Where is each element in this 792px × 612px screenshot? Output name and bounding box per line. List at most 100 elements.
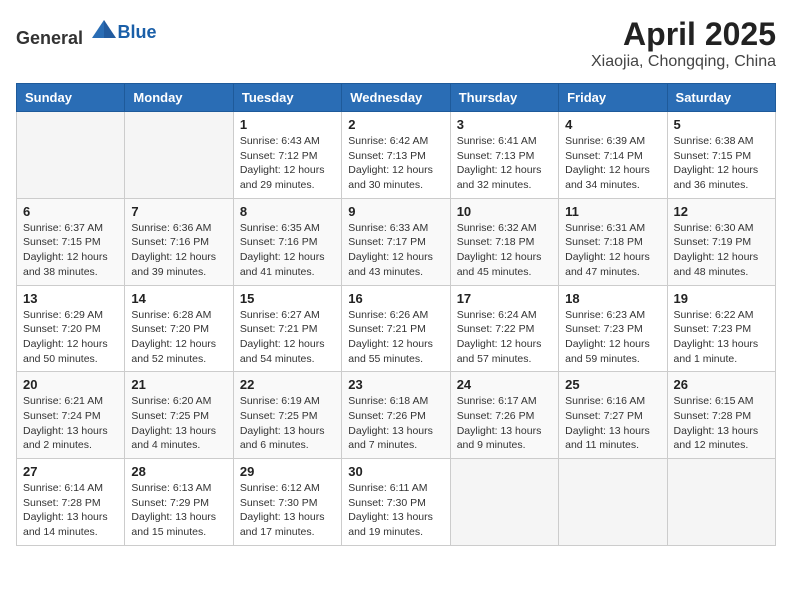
day-info: Sunrise: 6:11 AM Sunset: 7:30 PM Dayligh… (348, 481, 443, 540)
day-info: Sunrise: 6:21 AM Sunset: 7:24 PM Dayligh… (23, 394, 118, 453)
day-info: Sunrise: 6:33 AM Sunset: 7:17 PM Dayligh… (348, 221, 443, 280)
calendar-cell: 25 Sunrise: 6:16 AM Sunset: 7:27 PM Dayli… (559, 372, 667, 459)
calendar-cell: 21 Sunrise: 6:20 AM Sunset: 7:25 PM Dayli… (125, 372, 233, 459)
day-number: 7 (131, 204, 226, 219)
calendar-cell: 20 Sunrise: 6:21 AM Sunset: 7:24 PM Dayli… (17, 372, 125, 459)
calendar-cell: 1Sunrise: 6:43 AM Sunset: 7:12 PM Daylig… (233, 112, 341, 199)
logo-icon (90, 16, 118, 44)
day-info: Sunrise: 6:41 AM Sunset: 7:13 PM Dayligh… (457, 134, 552, 193)
day-number: 10 (457, 204, 552, 219)
day-info: Sunrise: 6:13 AM Sunset: 7:29 PM Dayligh… (131, 481, 226, 540)
calendar-cell: 7 Sunrise: 6:36 AM Sunset: 7:16 PM Daylig… (125, 198, 233, 285)
calendar-cell (125, 112, 233, 199)
day-number: 2 (348, 117, 443, 132)
day-number: 12 (674, 204, 769, 219)
day-number: 27 (23, 464, 118, 479)
day-info: Sunrise: 6:37 AM Sunset: 7:15 PM Dayligh… (23, 221, 118, 280)
calendar-week-4: 20 Sunrise: 6:21 AM Sunset: 7:24 PM Dayli… (17, 372, 776, 459)
day-info: Sunrise: 6:27 AM Sunset: 7:21 PM Dayligh… (240, 308, 335, 367)
day-info: Sunrise: 6:19 AM Sunset: 7:25 PM Dayligh… (240, 394, 335, 453)
day-info: Sunrise: 6:38 AM Sunset: 7:15 PM Dayligh… (674, 134, 769, 193)
day-number: 24 (457, 377, 552, 392)
calendar-cell: 4 Sunrise: 6:39 AM Sunset: 7:14 PM Daylig… (559, 112, 667, 199)
logo-general: General (16, 28, 83, 48)
calendar-cell: 14 Sunrise: 6:28 AM Sunset: 7:20 PM Dayli… (125, 285, 233, 372)
day-number: 20 (23, 377, 118, 392)
day-number: 26 (674, 377, 769, 392)
calendar-cell: 11Sunrise: 6:31 AM Sunset: 7:18 PM Dayli… (559, 198, 667, 285)
weekday-header-thursday: Thursday (450, 84, 558, 112)
day-info: Sunrise: 6:17 AM Sunset: 7:26 PM Dayligh… (457, 394, 552, 453)
day-number: 28 (131, 464, 226, 479)
calendar-week-3: 13Sunrise: 6:29 AM Sunset: 7:20 PM Dayli… (17, 285, 776, 372)
day-info: Sunrise: 6:14 AM Sunset: 7:28 PM Dayligh… (23, 481, 118, 540)
calendar-cell: 30Sunrise: 6:11 AM Sunset: 7:30 PM Dayli… (342, 459, 450, 546)
day-number: 18 (565, 291, 660, 306)
day-info: Sunrise: 6:12 AM Sunset: 7:30 PM Dayligh… (240, 481, 335, 540)
day-info: Sunrise: 6:29 AM Sunset: 7:20 PM Dayligh… (23, 308, 118, 367)
calendar-cell: 18 Sunrise: 6:23 AM Sunset: 7:23 PM Dayli… (559, 285, 667, 372)
calendar-cell: 26 Sunrise: 6:15 AM Sunset: 7:28 PM Dayli… (667, 372, 775, 459)
weekday-header-monday: Monday (125, 84, 233, 112)
day-number: 29 (240, 464, 335, 479)
day-info: Sunrise: 6:28 AM Sunset: 7:20 PM Dayligh… (131, 308, 226, 367)
day-info: Sunrise: 6:24 AM Sunset: 7:22 PM Dayligh… (457, 308, 552, 367)
day-info: Sunrise: 6:20 AM Sunset: 7:25 PM Dayligh… (131, 394, 226, 453)
day-number: 16 (348, 291, 443, 306)
day-info: Sunrise: 6:35 AM Sunset: 7:16 PM Dayligh… (240, 221, 335, 280)
calendar-cell: 13Sunrise: 6:29 AM Sunset: 7:20 PM Dayli… (17, 285, 125, 372)
calendar-cell: 23 Sunrise: 6:18 AM Sunset: 7:26 PM Dayli… (342, 372, 450, 459)
day-number: 15 (240, 291, 335, 306)
day-info: Sunrise: 6:26 AM Sunset: 7:21 PM Dayligh… (348, 308, 443, 367)
day-info: Sunrise: 6:32 AM Sunset: 7:18 PM Dayligh… (457, 221, 552, 280)
day-number: 9 (348, 204, 443, 219)
month-title: April 2025 (591, 16, 776, 53)
calendar-cell (17, 112, 125, 199)
calendar-body: 1Sunrise: 6:43 AM Sunset: 7:12 PM Daylig… (17, 112, 776, 546)
day-number: 1 (240, 117, 335, 132)
calendar-cell (667, 459, 775, 546)
day-info: Sunrise: 6:18 AM Sunset: 7:26 PM Dayligh… (348, 394, 443, 453)
day-info: Sunrise: 6:23 AM Sunset: 7:23 PM Dayligh… (565, 308, 660, 367)
calendar-week-1: 1Sunrise: 6:43 AM Sunset: 7:12 PM Daylig… (17, 112, 776, 199)
day-number: 11 (565, 204, 660, 219)
logo-blue: Blue (118, 22, 157, 43)
day-info: Sunrise: 6:30 AM Sunset: 7:19 PM Dayligh… (674, 221, 769, 280)
day-number: 23 (348, 377, 443, 392)
day-info: Sunrise: 6:39 AM Sunset: 7:14 PM Dayligh… (565, 134, 660, 193)
calendar-cell: 12 Sunrise: 6:30 AM Sunset: 7:19 PM Dayli… (667, 198, 775, 285)
day-number: 22 (240, 377, 335, 392)
day-info: Sunrise: 6:36 AM Sunset: 7:16 PM Dayligh… (131, 221, 226, 280)
day-info: Sunrise: 6:16 AM Sunset: 7:27 PM Dayligh… (565, 394, 660, 453)
calendar-cell: 17 Sunrise: 6:24 AM Sunset: 7:22 PM Dayli… (450, 285, 558, 372)
calendar-cell: 2 Sunrise: 6:42 AM Sunset: 7:13 PM Daylig… (342, 112, 450, 199)
calendar-cell: 27 Sunrise: 6:14 AM Sunset: 7:28 PM Dayli… (17, 459, 125, 546)
weekday-header-friday: Friday (559, 84, 667, 112)
page-header: General Blue April 2025 Xiaojia, Chongqi… (16, 16, 776, 71)
day-info: Sunrise: 6:42 AM Sunset: 7:13 PM Dayligh… (348, 134, 443, 193)
day-number: 21 (131, 377, 226, 392)
day-number: 4 (565, 117, 660, 132)
calendar-cell: 24 Sunrise: 6:17 AM Sunset: 7:26 PM Dayli… (450, 372, 558, 459)
location-title: Xiaojia, Chongqing, China (591, 53, 776, 71)
day-number: 5 (674, 117, 769, 132)
calendar-cell: 15 Sunrise: 6:27 AM Sunset: 7:21 PM Dayli… (233, 285, 341, 372)
day-number: 14 (131, 291, 226, 306)
weekday-header-sunday: Sunday (17, 84, 125, 112)
day-info: Sunrise: 6:15 AM Sunset: 7:28 PM Dayligh… (674, 394, 769, 453)
weekday-header-wednesday: Wednesday (342, 84, 450, 112)
title-area: April 2025 Xiaojia, Chongqing, China (591, 16, 776, 71)
day-number: 8 (240, 204, 335, 219)
calendar-cell: 29 Sunrise: 6:12 AM Sunset: 7:30 PM Dayli… (233, 459, 341, 546)
day-number: 17 (457, 291, 552, 306)
day-number: 6 (23, 204, 118, 219)
calendar-cell: 22 Sunrise: 6:19 AM Sunset: 7:25 PM Dayli… (233, 372, 341, 459)
day-number: 19 (674, 291, 769, 306)
weekday-header-row: SundayMondayTuesdayWednesdayThursdayFrid… (17, 84, 776, 112)
day-number: 25 (565, 377, 660, 392)
calendar-cell: 8 Sunrise: 6:35 AM Sunset: 7:16 PM Daylig… (233, 198, 341, 285)
weekday-header-saturday: Saturday (667, 84, 775, 112)
calendar-week-2: 6 Sunrise: 6:37 AM Sunset: 7:15 PM Daylig… (17, 198, 776, 285)
calendar-week-5: 27 Sunrise: 6:14 AM Sunset: 7:28 PM Dayli… (17, 459, 776, 546)
calendar-cell: 10 Sunrise: 6:32 AM Sunset: 7:18 PM Dayli… (450, 198, 558, 285)
